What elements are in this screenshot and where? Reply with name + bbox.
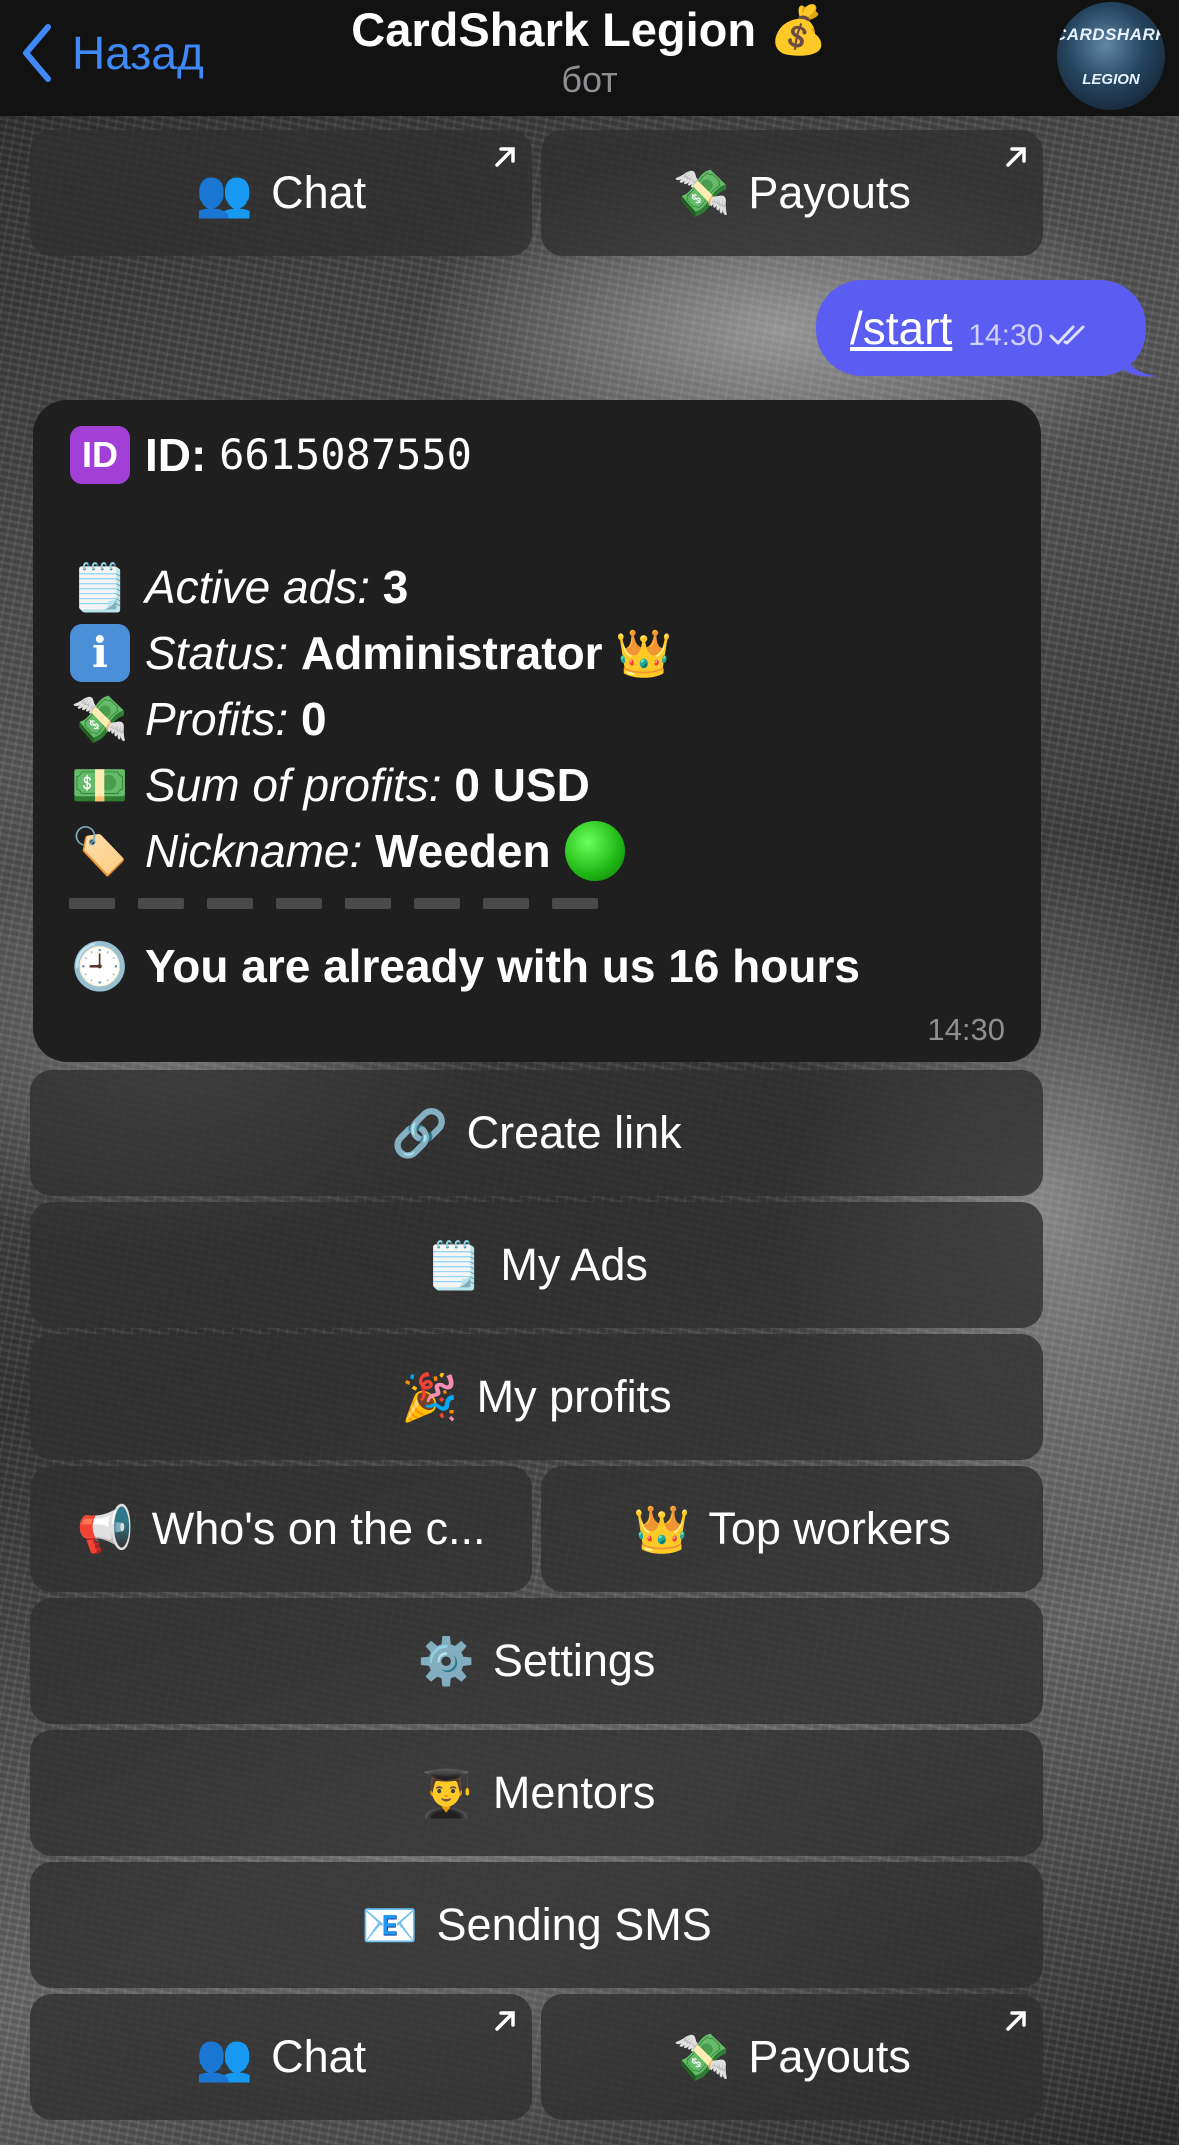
crown-icon: 👑 xyxy=(615,627,673,679)
my-profits-label: My profits xyxy=(476,1371,672,1422)
clock-icon: 🕘 xyxy=(71,940,129,992)
chat-title-area[interactable]: CardShark Legion 💰 бот xyxy=(0,0,1179,102)
status-line: i Status: Administrator 👑 xyxy=(69,620,1005,686)
chat-link-label-top: Chat xyxy=(271,167,367,218)
sending-sms-button[interactable]: 📧 Sending SMS xyxy=(30,1862,1043,1988)
money-wings-icon: 💸 xyxy=(673,2030,731,2083)
tenure-text: You are already with us 16 hours xyxy=(145,940,860,992)
external-arrow-icon xyxy=(495,147,515,167)
mentors-label: Mentors xyxy=(492,1767,656,1818)
create-link-button[interactable]: 🔗 Create link xyxy=(30,1070,1043,1196)
avatar-text-bottom: LEGION xyxy=(1082,70,1140,88)
dollar-banknote-icon: 💵 xyxy=(71,759,129,811)
start-command[interactable]: /start xyxy=(850,301,952,355)
nickname-label: Nickname: xyxy=(145,825,363,877)
chat-link-label-bottom: Chat xyxy=(271,2031,367,2082)
outgoing-message[interactable]: /start 14:30 xyxy=(816,280,1146,376)
people-icon: 👥 xyxy=(195,166,254,219)
sum-label: Sum of profits: xyxy=(145,759,442,811)
nickname-line: 🏷️ Nickname: Weeden xyxy=(69,818,1005,884)
sum-line: 💵 Sum of profits: 0 USD xyxy=(69,752,1005,818)
message-time: 14:30 xyxy=(927,1012,1005,1047)
top-workers-label: Top workers xyxy=(708,1503,951,1554)
external-arrow-icon xyxy=(1006,2011,1026,2031)
info-icon: i xyxy=(70,624,130,682)
chat-header: Назад CardShark Legion 💰 бот CARDSHARK L… xyxy=(0,0,1179,116)
bot-avatar[interactable]: CARDSHARK LEGION xyxy=(1057,2,1165,110)
mentors-button[interactable]: 👨‍🎓 Mentors xyxy=(30,1730,1043,1856)
status-label: Status: xyxy=(145,627,289,679)
tenure-line: 🕘 You are already with us 16 hours xyxy=(69,933,1005,999)
graduate-icon: 👨‍🎓 xyxy=(417,1766,475,1819)
payouts-link-label-top: Payouts xyxy=(748,167,911,218)
megaphone-icon: 📢 xyxy=(76,1502,134,1555)
external-arrow-icon xyxy=(1006,147,1026,167)
chat-title: CardShark Legion 💰 xyxy=(351,3,828,56)
top-workers-button[interactable]: 👑 Top workers xyxy=(541,1466,1043,1592)
active-ads-value: 3 xyxy=(382,561,409,613)
id-badge-icon: ID xyxy=(70,426,130,484)
my-profits-button[interactable]: 🎉 My profits xyxy=(30,1334,1043,1460)
external-arrow-icon xyxy=(495,2011,515,2031)
link-icon: 🔗 xyxy=(391,1106,449,1159)
id-line: ID ID: 6615087550 xyxy=(69,422,1005,488)
profits-value: 0 xyxy=(300,693,327,745)
chat-link-button-bottom[interactable]: 👥 Chat xyxy=(30,1994,532,2120)
sum-value: 0 USD xyxy=(454,759,590,811)
profits-line: 💸 Profits: 0 xyxy=(69,686,1005,752)
my-ads-label: My Ads xyxy=(500,1239,648,1290)
avatar-text-top: CARDSHARK xyxy=(1057,24,1165,44)
money-wings-icon: 💸 xyxy=(71,693,129,745)
whos-on-button[interactable]: 📢 Who's on the c... xyxy=(30,1466,532,1592)
divider xyxy=(69,898,1005,909)
green-circle-icon xyxy=(564,821,625,881)
crown-icon: 👑 xyxy=(633,1502,691,1555)
label-tag-icon: 🏷️ xyxy=(71,825,129,877)
chat-subtitle: бот xyxy=(561,59,618,100)
party-popper-icon: 🎉 xyxy=(401,1370,459,1423)
my-ads-button[interactable]: 🗒️ My Ads xyxy=(30,1202,1043,1328)
settings-button[interactable]: ⚙️ Settings xyxy=(30,1598,1043,1724)
message-time: 14:30 xyxy=(968,319,1044,352)
email-icon: 📧 xyxy=(361,1898,419,1951)
nickname-value: Weeden xyxy=(375,825,551,877)
payouts-link-button-top[interactable]: 💸 Payouts xyxy=(541,130,1043,256)
chat-link-button-top[interactable]: 👥 Chat xyxy=(30,130,532,256)
notepad-icon: 🗒️ xyxy=(425,1238,483,1291)
active-ads-line: 🗒️ Active ads: 3 xyxy=(69,554,1005,620)
id-value[interactable]: 6615087550 xyxy=(219,422,472,488)
profits-label: Profits: xyxy=(145,693,289,745)
profile-message: ID ID: 6615087550 🗒️ Active ads: 3 i Sta… xyxy=(33,400,1041,1062)
sending-sms-label: Sending SMS xyxy=(436,1899,712,1950)
notepad-icon: 🗒️ xyxy=(71,561,129,613)
gear-icon: ⚙️ xyxy=(417,1634,475,1687)
whos-on-label: Who's on the c... xyxy=(151,1503,486,1554)
double-check-icon xyxy=(1049,325,1085,345)
create-link-label: Create link xyxy=(466,1107,682,1158)
settings-label: Settings xyxy=(492,1635,656,1686)
people-icon: 👥 xyxy=(195,2030,254,2083)
active-ads-label: Active ads: xyxy=(145,561,370,613)
money-wings-icon: 💸 xyxy=(673,166,731,219)
status-value: Administrator xyxy=(300,627,603,679)
payouts-link-label-bottom: Payouts xyxy=(748,2031,911,2082)
payouts-link-button-bottom[interactable]: 💸 Payouts xyxy=(541,1994,1043,2120)
id-label: ID: xyxy=(145,429,207,481)
